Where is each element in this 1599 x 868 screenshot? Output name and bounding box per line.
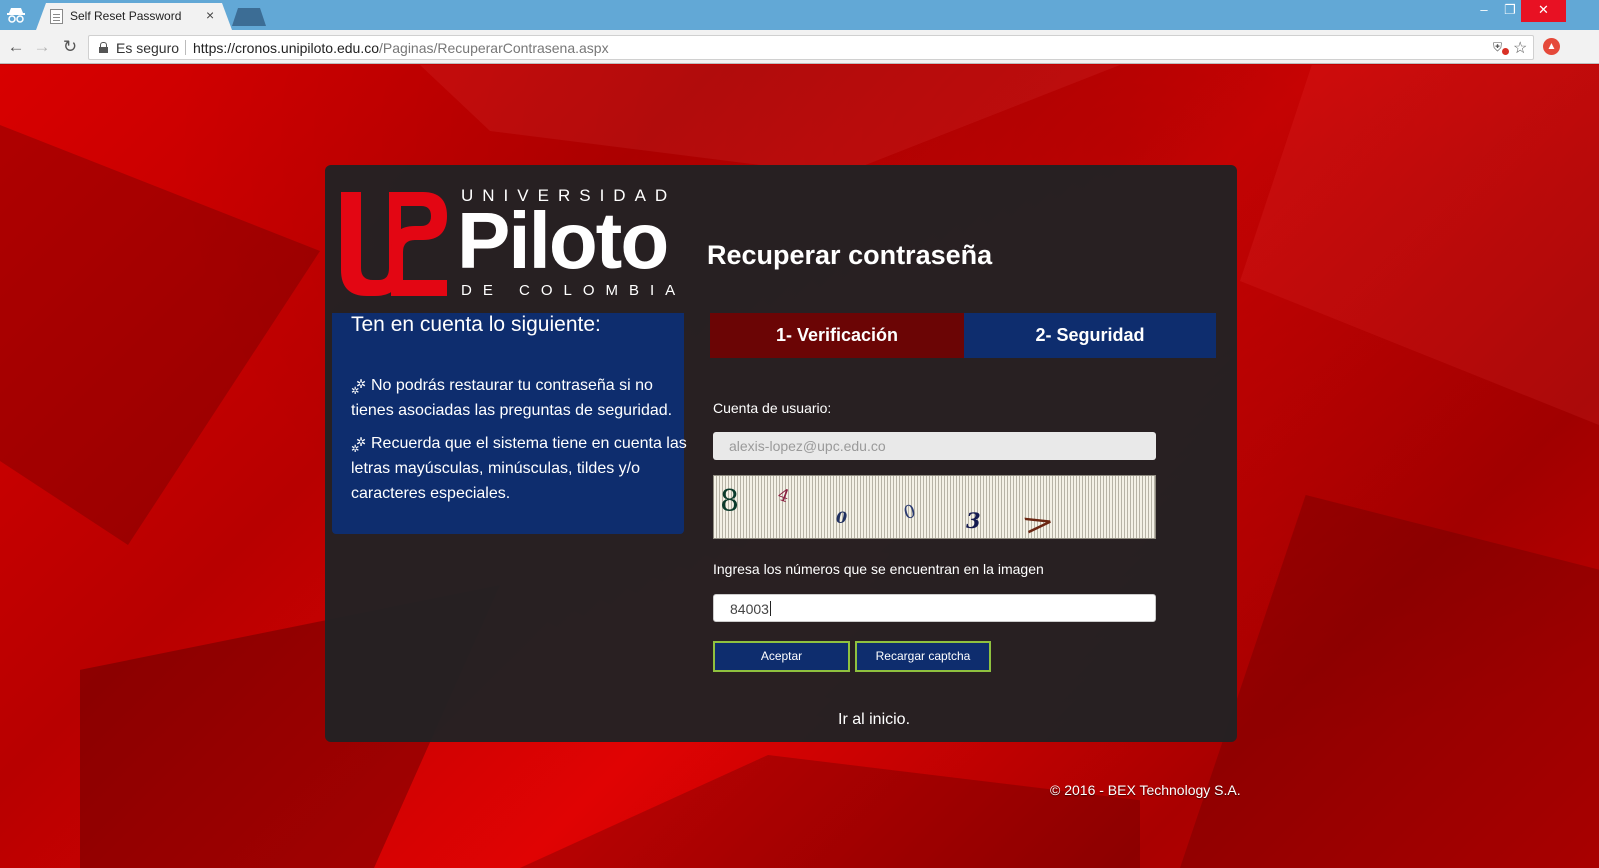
page-title: Recuperar contraseña: [707, 240, 993, 270]
captcha-char: 4: [774, 484, 792, 508]
captcha-char: 0: [836, 508, 848, 527]
secure-label: Es seguro: [116, 40, 180, 56]
info-item: Recuerda que el sistema tiene en cuenta …: [351, 430, 691, 506]
url-path: /Paginas/RecuperarContrasena.aspx: [379, 40, 609, 56]
shield-icon[interactable]: ⛨: [1493, 40, 1509, 55]
address-bar[interactable]: Es seguro https://cronos.unipiloto.edu.c…: [88, 35, 1534, 60]
info-heading: Ten en cuenta lo siguiente:: [351, 313, 601, 336]
star-icon[interactable]: ☆: [1513, 38, 1527, 58]
reload-icon[interactable]: ↻: [60, 37, 80, 57]
text-caret: [769, 601, 771, 616]
bg-shard: [420, 65, 1120, 175]
captcha-char: >: [1017, 503, 1060, 544]
browser-tab-active[interactable]: Self Reset Password ×: [36, 3, 232, 30]
forward-arrow-icon[interactable]: →: [32, 37, 52, 57]
incognito-icon: [6, 6, 26, 24]
accept-button[interactable]: Aceptar: [713, 641, 850, 672]
info-item-text: Recuerda que el sistema tiene en cuenta …: [351, 435, 687, 502]
url-host: https://cronos.unipiloto.edu.co: [193, 40, 380, 56]
home-link[interactable]: Ir al inicio.: [838, 711, 910, 729]
page-icon: [50, 9, 63, 24]
user-account-label: Cuenta de usuario:: [713, 400, 832, 416]
gears-icon: [351, 430, 368, 462]
bg-shard: [1180, 495, 1599, 868]
captcha-input[interactable]: 84003: [713, 594, 1156, 622]
captcha-input-value: 84003: [730, 601, 769, 617]
logo-de-colombia: DE COLOMBIA: [461, 282, 687, 299]
new-tab-button[interactable]: [232, 8, 266, 26]
logo-piloto: Piloto: [457, 196, 669, 285]
captcha-char: 3: [966, 508, 981, 533]
info-item-text: No podrás restaurar tu contraseña si no …: [351, 377, 673, 419]
lock-icon: [99, 42, 108, 53]
address-separator: [185, 40, 186, 55]
extension-icon[interactable]: ▲: [1543, 38, 1560, 55]
captcha-image: 8 4 0 0 3 >: [713, 475, 1156, 543]
browser-tab-bar: Self Reset Password × – ❐ ✕: [0, 0, 1599, 30]
browser-toolbar: ← → ↻ Es seguro https://cronos.unipiloto…: [0, 30, 1599, 64]
info-item: No podrás restaurar tu contraseña si no …: [351, 372, 691, 423]
close-tab-icon[interactable]: ×: [206, 7, 214, 23]
tab-seguridad[interactable]: 2- Seguridad: [964, 313, 1216, 358]
bg-shard: [1240, 65, 1599, 425]
tab-verificacion[interactable]: 1- Verificación: [710, 313, 964, 358]
reload-captcha-button[interactable]: Recargar captcha: [855, 641, 991, 672]
close-window-icon[interactable]: ✕: [1521, 0, 1566, 22]
captcha-char: 8: [720, 484, 740, 519]
back-arrow-icon[interactable]: ←: [6, 37, 26, 57]
url-text[interactable]: https://cronos.unipiloto.edu.co/Paginas/…: [193, 40, 609, 56]
bg-shard: [0, 125, 320, 545]
tab-title: Self Reset Password: [70, 9, 182, 23]
user-account-field[interactable]: alexis-lopez@upc.edu.co: [713, 432, 1156, 460]
gears-icon: [351, 372, 368, 404]
bg-shard: [520, 755, 1140, 868]
captcha-char: 0: [901, 500, 918, 525]
captcha-label: Ingresa los números que se encuentran en…: [713, 561, 1044, 577]
copyright-footer: © 2016 - BEX Technology S.A.: [1050, 782, 1241, 798]
